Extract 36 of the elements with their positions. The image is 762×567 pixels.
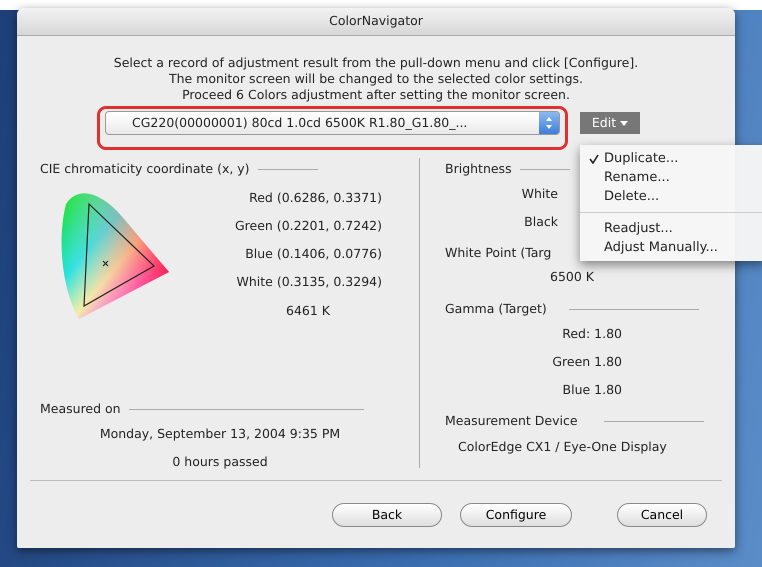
gamma-value-text: Red: 1.80 [562,324,622,343]
edit-button[interactable]: Edit [580,112,640,134]
menu-item[interactable]: Delete... [580,187,762,206]
brightness-label: Black [524,212,558,231]
dialog-button[interactable]: Configure [460,503,572,527]
instruction-text: The monitor screen will be changed to the selected color settings. [168,71,584,86]
menu-item[interactable]: Rename... [580,168,762,187]
coordinate-text: Red (0.6286, 0.3371) [249,189,382,207]
elapsed-time-text: 0 hours passed [172,454,268,469]
section-heading: Measurement Device [445,412,578,430]
gamma-value-text: Green 1.80 [552,352,622,371]
gamma-value-text: Blue 1.80 [562,380,622,399]
section-heading: CIE chromaticity coordinate (x, y) [40,160,250,178]
coordinate-text: Green (0.2201, 0.7242) [234,217,382,235]
checkmark-icon [589,154,599,164]
section-heading: Gamma (Target) [445,300,547,318]
section-heading: White Point (Targ [445,244,552,262]
record-select[interactable]: CG220(00000001) 80cd 1.0cd 6500K R1.80_G1.80_... [105,111,560,135]
coordinate-text: Blue (0.1406, 0.0776) [245,245,382,263]
menu-item[interactable]: Readjust... [580,219,762,238]
dialog-button[interactable]: Back [332,503,442,527]
coordinate-text: White (0.3135, 0.3294) [236,273,382,291]
dialog-button[interactable]: Cancel [617,503,707,527]
instruction-text: Proceed 6 Colors adjustment after setting the monitor screen. [182,87,570,102]
brightness-label: White [522,184,558,203]
measured-date-text: Monday, September 13, 2004 9:35 PM [100,426,340,441]
section-heading: Brightness [445,160,512,178]
section-heading: Measured on [40,400,121,418]
menu-item[interactable]: Adjust Manually... [580,238,762,257]
window-title: ColorNavigator [329,12,423,30]
temperature-text: 6461 K [286,302,330,320]
menu-item[interactable]: Duplicate... [580,149,762,168]
caret-icon [620,120,628,126]
device-name-text: ColorEdge CX1 / Eye-One Display [458,439,667,454]
target-value-text: 6500 K [550,269,594,284]
instruction-text: Select a record of adjustment result from the pull-down menu and click [Configure]. [114,55,638,70]
